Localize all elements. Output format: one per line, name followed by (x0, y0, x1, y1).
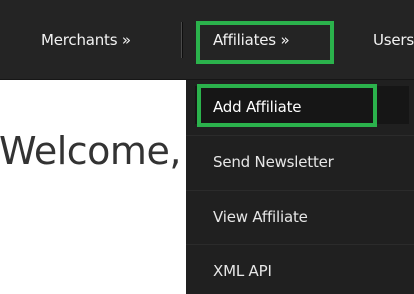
menu-item-view-affiliate[interactable]: View Affiliate (186, 192, 414, 242)
admin-page: Merchants » Affiliates » Users Welcome, … (0, 0, 414, 294)
menu-item-send-newsletter[interactable]: Send Newsletter (186, 137, 414, 187)
nav-users[interactable]: Users (373, 26, 414, 54)
affiliates-highlight-box (196, 21, 334, 64)
welcome-heading-clip: Welcome, Admin (0, 127, 190, 175)
nav-merchants[interactable]: Merchants » (41, 26, 131, 54)
welcome-heading: Welcome, Admin (0, 129, 190, 173)
nav-divider (181, 22, 182, 58)
menu-item-xml-api[interactable]: XML API (186, 246, 414, 294)
add-affiliate-highlight-box (197, 84, 377, 127)
